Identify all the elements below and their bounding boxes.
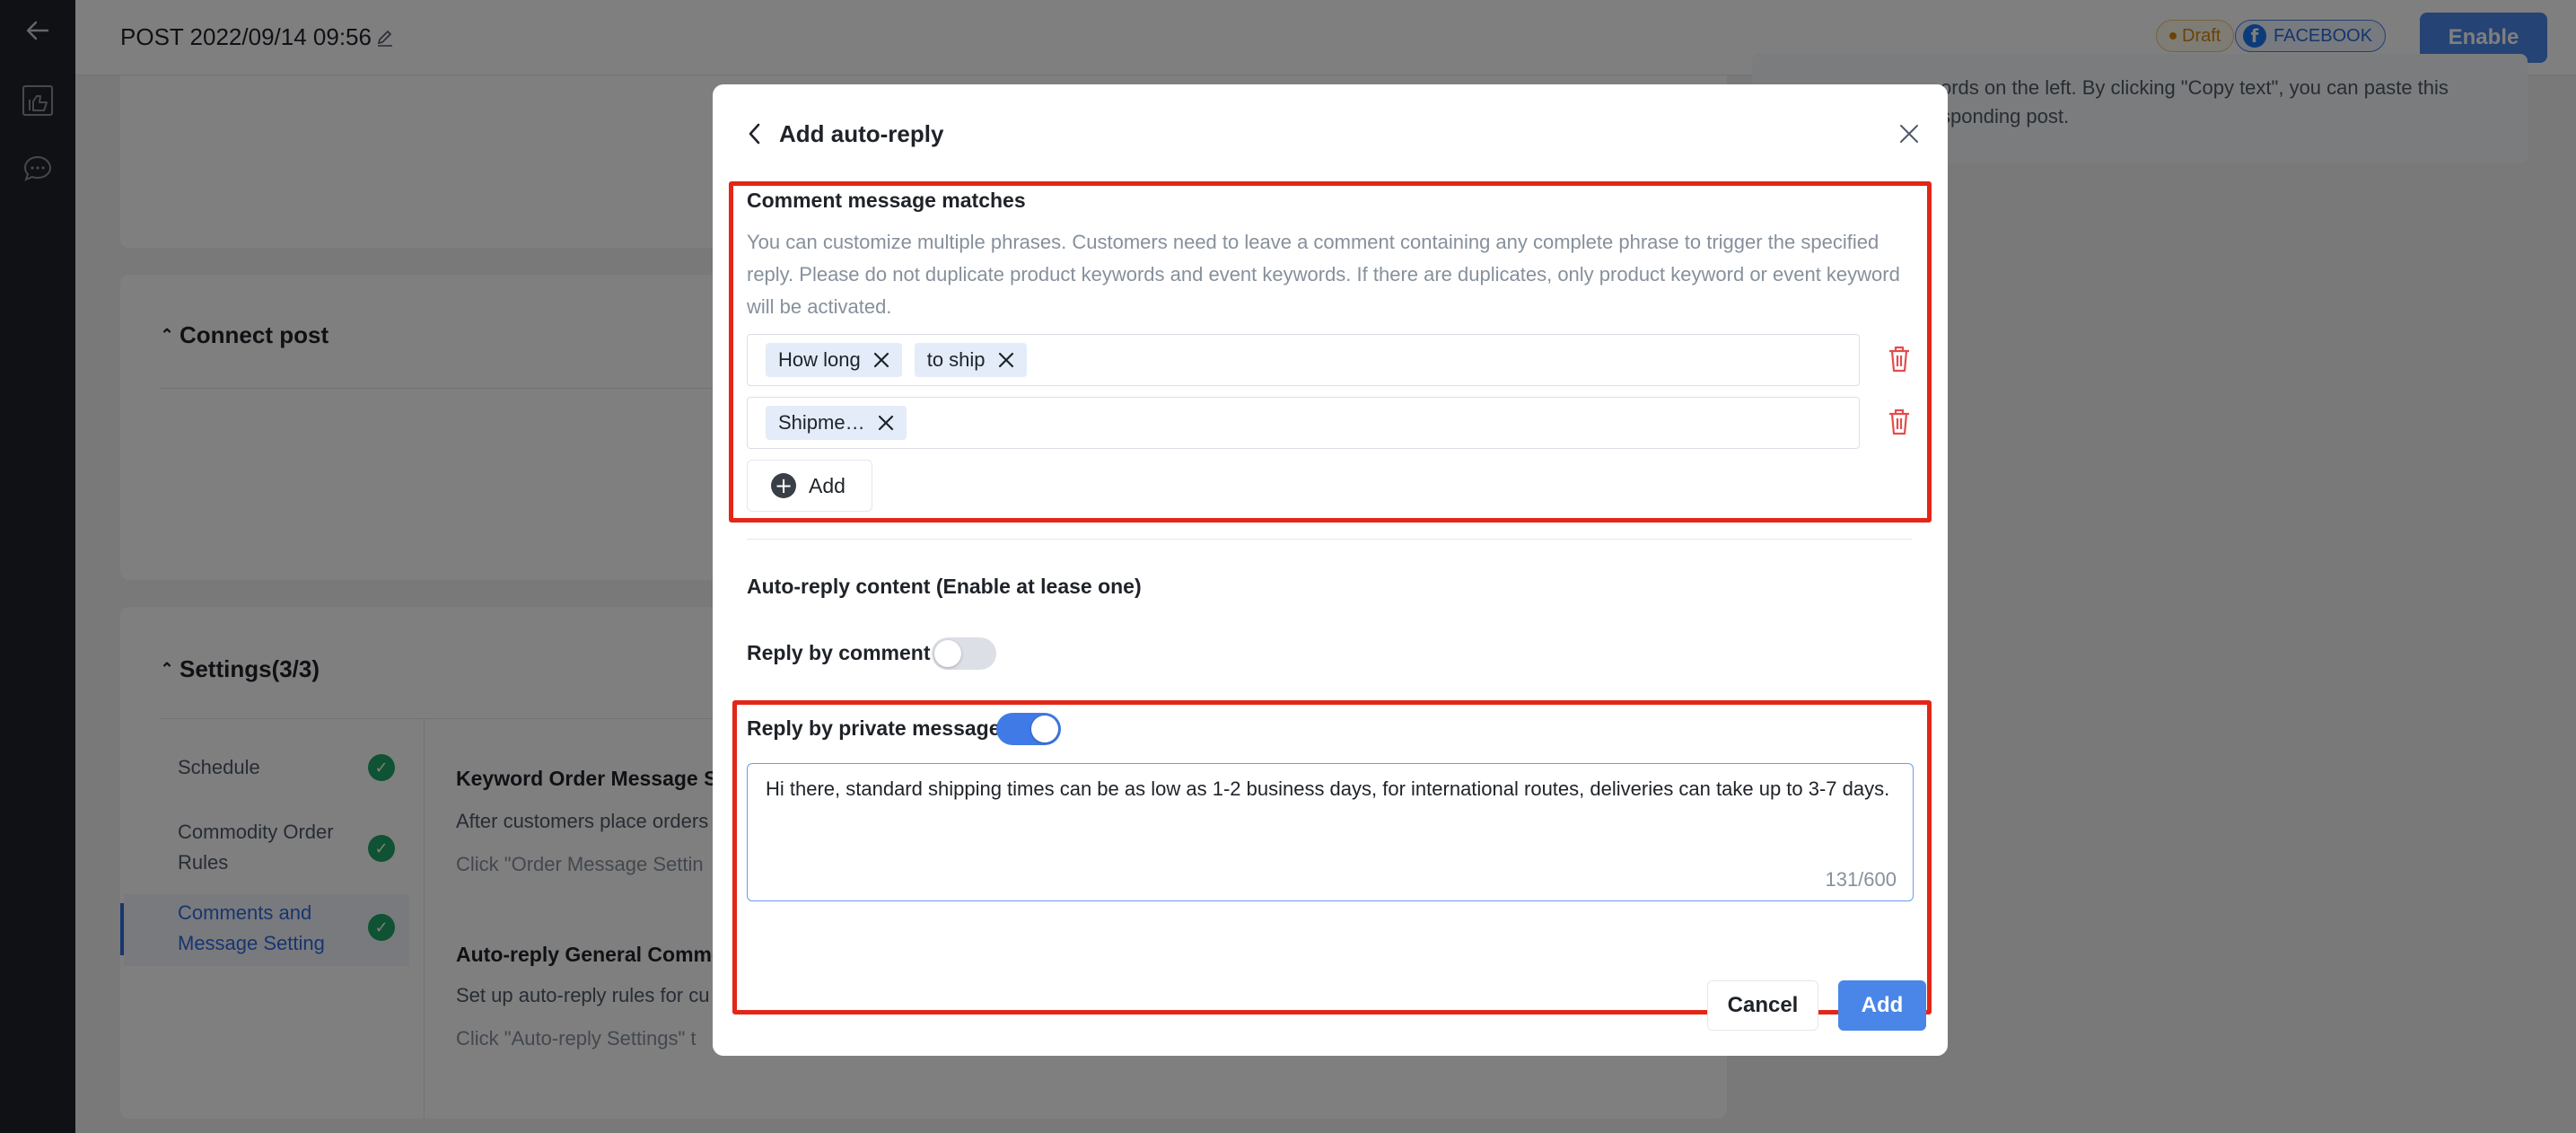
add-auto-reply-modal: Add auto-reply Comment message matches Y… [713,84,1948,1056]
close-icon[interactable] [1894,119,1924,149]
autoreply-content-title: Auto-reply content (Enable at lease one) [747,575,1142,598]
reply-by-comment-label: Reply by comment [747,641,931,664]
cancel-button[interactable]: Cancel [1707,980,1818,1031]
reply-by-comment-toggle[interactable] [932,637,996,670]
toggle-knob [934,640,961,667]
modal-title: Add auto-reply [779,120,944,147]
add-button[interactable]: Add [1838,980,1926,1031]
highlight-box-private-message [732,700,1932,1014]
highlight-box-comment-matches [729,181,1932,523]
chevron-left-icon[interactable] [741,120,768,147]
divider [747,539,1912,540]
